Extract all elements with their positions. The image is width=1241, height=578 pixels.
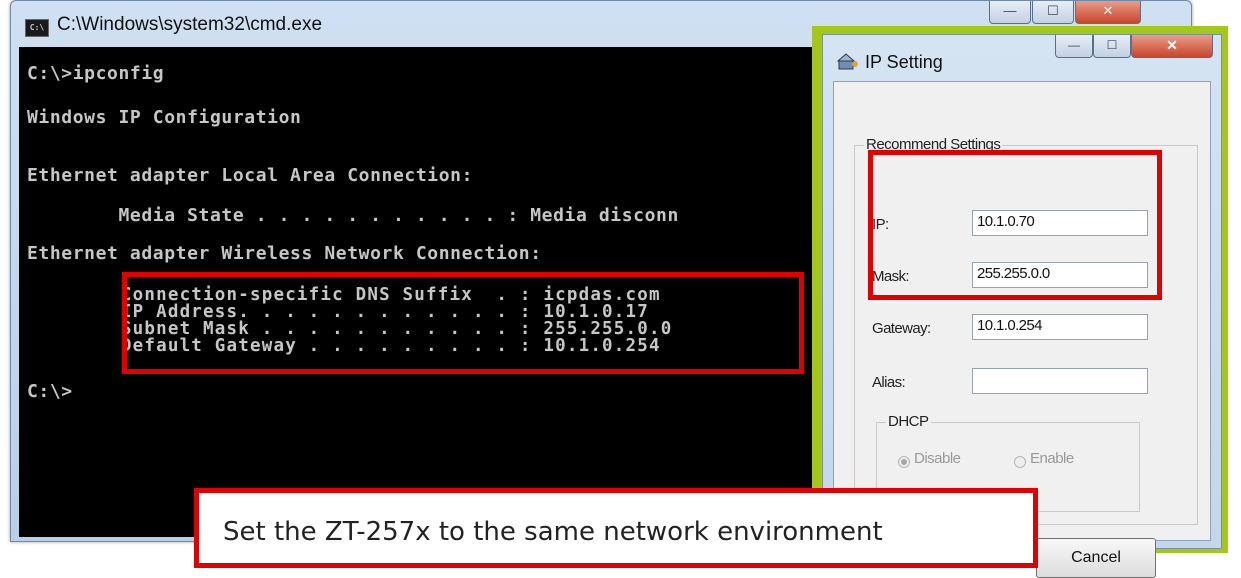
alias-input[interactable]	[972, 368, 1148, 394]
maximize-icon: ☐	[1106, 38, 1118, 52]
minimize-icon: —	[1068, 38, 1080, 52]
dialog-highlight-box	[868, 150, 1162, 300]
gateway-label: Gateway:	[872, 320, 931, 337]
cmd-close-button[interactable]: ✕	[1075, 1, 1141, 24]
console-line-adapter-wlan: Ethernet adapter Wireless Network Connec…	[27, 243, 542, 264]
cmd-app-icon: C:\	[25, 19, 49, 37]
console-line-heading: Windows IP Configuration	[27, 107, 302, 128]
network-icon	[837, 53, 858, 70]
console-line-prompt: C:\>ipconfig	[27, 63, 165, 84]
close-icon: ✕	[1166, 37, 1178, 53]
cmd-highlight-box	[122, 272, 804, 374]
console-line-adapter-lan: Ethernet adapter Local Area Connection:	[27, 165, 474, 186]
cancel-button[interactable]: Cancel	[1036, 538, 1156, 578]
dhcp-enable-radio[interactable]	[1014, 456, 1026, 468]
cmd-window-title: C:\Windows\system32\cmd.exe	[57, 14, 323, 35]
maximize-icon: ☐	[1047, 3, 1059, 18]
alias-label: Alias:	[872, 374, 906, 391]
console-line-media-state: Media State . . . . . . . . . . . : Medi…	[27, 205, 679, 226]
cmd-maximize-button[interactable]: ☐	[1032, 1, 1074, 24]
caption-box: Set the ZT-257x to the same network envi…	[194, 488, 1038, 568]
minimize-icon: —	[1003, 3, 1017, 18]
dhcp-disable-label: Disable	[914, 450, 961, 467]
close-icon: ✕	[1102, 3, 1114, 18]
dialog-close-button[interactable]: ✕	[1131, 35, 1213, 58]
dhcp-disable-radio[interactable]	[898, 456, 910, 468]
caption-text: Set the ZT-257x to the same network envi…	[223, 517, 883, 547]
gateway-input[interactable]: 10.1.0.254	[972, 314, 1148, 340]
dhcp-legend: DHCP	[886, 413, 931, 430]
dialog-maximize-button[interactable]: ☐	[1093, 35, 1131, 58]
console-line-prompt-end: C:\>	[27, 381, 73, 402]
cmd-minimize-button[interactable]: —	[989, 1, 1031, 24]
dialog-title: IP Setting	[865, 52, 943, 72]
dhcp-enable-label: Enable	[1030, 450, 1074, 467]
dialog-minimize-button[interactable]: —	[1055, 35, 1093, 58]
